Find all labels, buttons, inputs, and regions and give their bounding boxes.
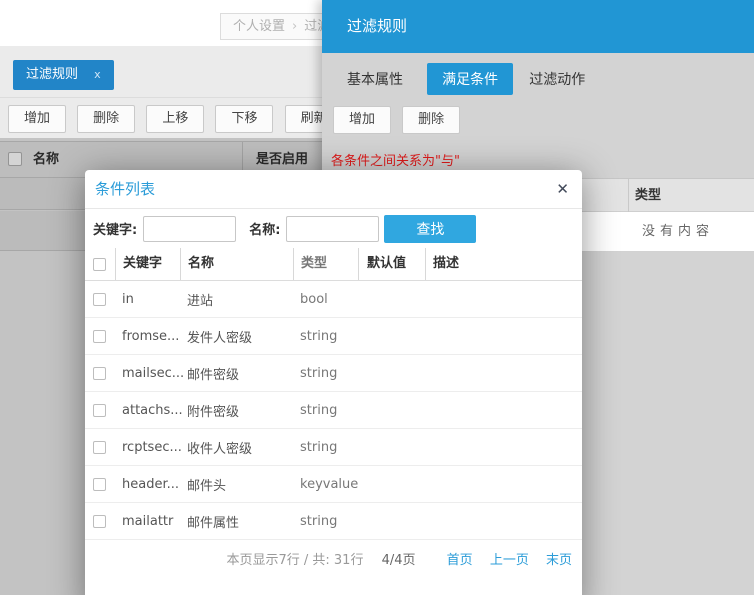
- pagination-prev-link[interactable]: 上一页: [490, 553, 529, 568]
- pagination-last-link[interactable]: 末页: [546, 553, 572, 568]
- cell-type: string: [293, 440, 358, 455]
- row-checkbox[interactable]: [93, 404, 106, 417]
- cell-keyword: mailsec...: [115, 366, 180, 381]
- table-row[interactable]: in 进站 bool: [85, 281, 582, 318]
- pagination-summary: 本页显示7行 / 共: 31行: [226, 553, 363, 568]
- panel-title: 过滤规则: [347, 17, 407, 35]
- tab-close-icon[interactable]: x: [94, 68, 101, 81]
- row-checkbox[interactable]: [93, 330, 106, 343]
- column-header-type[interactable]: 类型: [635, 179, 661, 212]
- move-up-button[interactable]: 上移: [146, 105, 204, 133]
- row-checkbox[interactable]: [93, 293, 106, 306]
- cell-type: bool: [293, 292, 358, 307]
- dialog-header: 条件列表 ✕: [85, 170, 582, 209]
- move-down-button[interactable]: 下移: [215, 105, 273, 133]
- table-row[interactable]: rcptsec... 收件人密级 string: [85, 429, 582, 466]
- panel-add-button[interactable]: 增加: [333, 106, 391, 134]
- cell-keyword: mailattr: [115, 514, 180, 529]
- table-row[interactable]: header... 邮件头 keyvalue: [85, 466, 582, 503]
- cell-keyword: header...: [115, 477, 180, 492]
- column-header-desc[interactable]: 描述: [425, 248, 582, 280]
- condition-table-header: 关键字 名称 类型 默认值 描述: [85, 248, 582, 281]
- breadcrumb-separator: ›: [292, 19, 297, 34]
- cell-name: 邮件密级: [180, 364, 293, 383]
- cell-type: keyvalue: [293, 477, 358, 492]
- cell-type: string: [293, 366, 358, 381]
- tab-basic-properties[interactable]: 基本属性: [347, 63, 403, 95]
- tab-conditions[interactable]: 满足条件: [427, 63, 513, 95]
- name-input[interactable]: [286, 216, 379, 242]
- keyword-input[interactable]: [143, 216, 236, 242]
- select-all-checkbox[interactable]: [93, 258, 106, 271]
- cell-keyword: in: [115, 292, 180, 307]
- panel-delete-button[interactable]: 删除: [402, 106, 460, 134]
- panel-tab-bar: 基本属性 满足条件 过滤动作: [322, 53, 754, 98]
- table-row[interactable]: mailsec... 邮件密级 string: [85, 355, 582, 392]
- screen: 个人设置›过滤 过滤规则 x 增加 删除 上移 下移 刷新 查找 名称 是否启用…: [0, 0, 754, 595]
- cell-name: 附件密级: [180, 401, 293, 420]
- pagination-page-indicator: 4/4页: [382, 553, 416, 568]
- panel-toolbar: 增加 删除: [322, 98, 754, 140]
- condition-table: 关键字 名称 类型 默认值 描述 in 进站 bool fromse...: [85, 248, 582, 540]
- cell-keyword: rcptsec...: [115, 440, 180, 455]
- table-row[interactable]: attachs... 附件密级 string: [85, 392, 582, 429]
- tab-filter-rules[interactable]: 过滤规则 x: [13, 60, 114, 90]
- table-row[interactable]: fromse... 发件人密级 string: [85, 318, 582, 355]
- cell-type: string: [293, 514, 358, 529]
- row-checkbox[interactable]: [93, 441, 106, 454]
- cell-type: string: [293, 329, 358, 344]
- cell-name: 发件人密级: [180, 327, 293, 346]
- cell-keyword: attachs...: [115, 403, 180, 418]
- cell-name: 邮件头: [180, 475, 293, 494]
- breadcrumb-item-settings[interactable]: 个人设置: [233, 19, 285, 34]
- column-divider: [628, 179, 629, 212]
- cell-name: 收件人密级: [180, 438, 293, 457]
- find-button[interactable]: 查找: [384, 215, 476, 243]
- row-checkbox[interactable]: [93, 478, 106, 491]
- pagination-bar: 本页显示7行 / 共: 31行 4/4页 首页 上一页 末页: [85, 549, 582, 568]
- row-checkbox[interactable]: [93, 515, 106, 528]
- column-header-keyword[interactable]: 关键字: [115, 248, 180, 280]
- dialog-search-bar: 关键字: 名称: 查找: [85, 209, 582, 248]
- column-header-name[interactable]: 名称: [180, 248, 293, 280]
- cell-name: 进站: [180, 290, 293, 309]
- close-icon[interactable]: ✕: [556, 170, 569, 209]
- column-header-type[interactable]: 类型: [293, 248, 358, 280]
- keyword-label: 关键字:: [93, 219, 137, 238]
- cell-keyword: fromse...: [115, 329, 180, 344]
- pagination-first-link[interactable]: 首页: [447, 553, 473, 568]
- cell-type: string: [293, 403, 358, 418]
- row-checkbox[interactable]: [93, 367, 106, 380]
- panel-header: 过滤规则: [322, 0, 754, 53]
- tab-filter-actions[interactable]: 过滤动作: [529, 63, 585, 95]
- add-button[interactable]: 增加: [8, 105, 66, 133]
- tab-filter-rules-label: 过滤规则: [26, 67, 78, 82]
- table-row[interactable]: mailattr 邮件属性 string: [85, 503, 582, 540]
- condition-table-body: in 进站 bool fromse... 发件人密级 string mailse…: [85, 281, 582, 540]
- conditions-relation-notice: 各条件之间关系为"与": [322, 140, 754, 169]
- dialog-title: 条件列表: [95, 170, 155, 209]
- column-header-default[interactable]: 默认值: [358, 248, 425, 280]
- name-label: 名称:: [249, 219, 280, 238]
- delete-button[interactable]: 删除: [77, 105, 135, 133]
- cell-name: 邮件属性: [180, 512, 293, 531]
- condition-list-dialog: 条件列表 ✕ 关键字: 名称: 查找 关键字 名称 类型 默认值 描述: [85, 170, 582, 595]
